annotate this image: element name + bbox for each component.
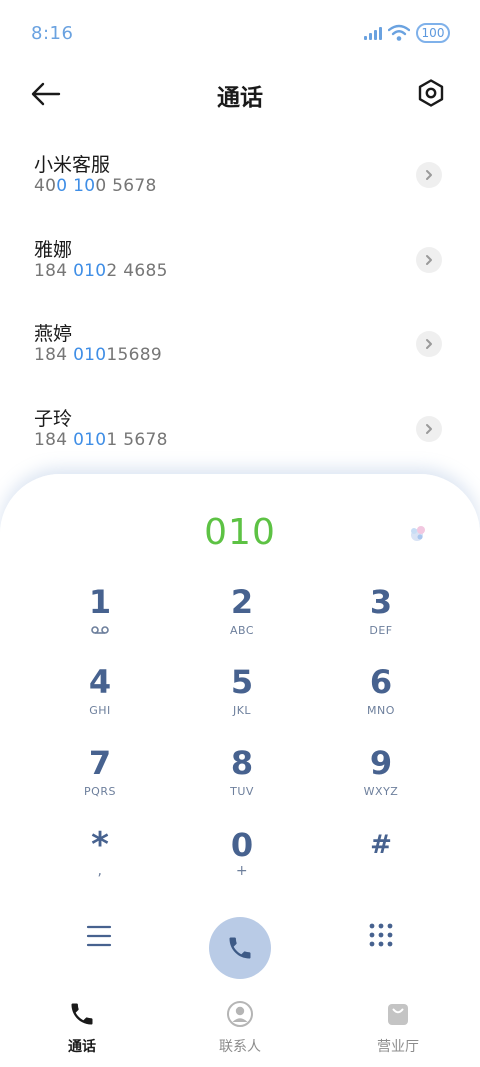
contact-name: 燕婷 [34, 323, 73, 345]
voicemail-icon [91, 626, 109, 634]
key-letters: PQRS [84, 785, 116, 798]
key-0[interactable]: 0 + [197, 827, 287, 897]
key-4[interactable]: 4 GHI [55, 664, 145, 734]
contact-name: 子玲 [34, 407, 73, 430]
nav-item-contacts[interactable]: 联系人 [200, 1000, 280, 1056]
bag-icon [388, 1004, 408, 1025]
dialpad-grid-icon [369, 923, 393, 947]
key-letters: + [235, 863, 249, 879]
person-icon [227, 1001, 253, 1027]
number-match: 010 [73, 260, 107, 281]
key-letters: DEF [369, 624, 393, 637]
header: 通话 [0, 66, 480, 122]
chevron-right-icon [426, 254, 432, 265]
key-letters: GHI [89, 704, 111, 717]
menu-button[interactable] [86, 924, 112, 948]
status-bar: 8:16 100 [0, 0, 480, 66]
key-digit: 9 [369, 744, 393, 782]
contact-number: 184 0101 5678 [34, 430, 480, 450]
chevron-right-icon [426, 339, 432, 349]
key-3[interactable]: 3 DEF [336, 584, 426, 654]
page-title: 通话 [217, 85, 263, 111]
key-7[interactable]: 7 PQRS [55, 745, 145, 815]
key-letters: JKL [232, 704, 252, 717]
number-part: 184 [34, 260, 74, 281]
key-hash[interactable]: # [336, 827, 426, 897]
key-digit: 0 [230, 826, 254, 864]
bottom-nav: 通话 联系人 营业厅 [0, 990, 480, 1067]
number-match: 010 [73, 345, 107, 365]
status-time: 8:16 [31, 23, 74, 44]
key-9[interactable]: 9 WXYZ [336, 745, 426, 815]
nav-item-calls[interactable]: 通话 [42, 1000, 122, 1056]
contact-detail-button[interactable] [416, 162, 442, 188]
key-digit: 4 [88, 663, 112, 701]
settings-button[interactable] [416, 78, 448, 110]
key-digit: 3 [369, 583, 393, 621]
key-digit: # [370, 830, 392, 860]
key-6[interactable]: 6 MNO [336, 664, 426, 734]
hexagon-settings-icon [418, 79, 444, 107]
signal-icon [364, 26, 382, 40]
key-letters: ABC [229, 624, 255, 637]
contact-name: 雅娜 [34, 238, 73, 261]
nav-label: 联系人 [219, 1039, 261, 1055]
contact-detail-button[interactable] [416, 415, 442, 442]
key-1[interactable]: 1 [55, 584, 145, 654]
key-digit: 7 [88, 744, 112, 782]
nav-item-service-hall[interactable]: 营业厅 [358, 1000, 438, 1056]
phone-icon [71, 1003, 93, 1025]
contact-number: 184 0102 4685 [34, 261, 480, 281]
key-letters: WXYZ [363, 785, 399, 798]
key-digit: 8 [230, 744, 254, 782]
number-part: 2 4685 [106, 260, 168, 281]
nav-label: 通话 [68, 1039, 96, 1055]
key-2[interactable]: 2 ABC [197, 584, 287, 654]
battery-indicator: 100 [416, 23, 450, 43]
contact-detail-button[interactable] [416, 331, 442, 357]
menu-icon [86, 925, 112, 947]
key-star[interactable]: * , [55, 827, 145, 897]
key-digit: 5 [230, 663, 254, 701]
key-letters: TUV [230, 785, 254, 798]
battery-level: 100 [421, 26, 445, 40]
contact-number: 400 100 5678 [34, 176, 480, 196]
number-match: 10 [73, 176, 96, 196]
call-button[interactable] [209, 917, 271, 979]
nav-label: 营业厅 [377, 1039, 419, 1055]
key-letters: MNO [367, 704, 395, 717]
key-8[interactable]: 8 TUV [197, 745, 287, 815]
chevron-right-icon [426, 170, 432, 180]
chevron-right-icon [426, 423, 432, 434]
key-5[interactable]: 5 JKL [197, 664, 287, 734]
key-digit: 1 [88, 583, 112, 621]
contact-number: 184 01015689 [34, 345, 480, 365]
contact-list: 小米客服 400 100 5678 雅娜 184 0102 4685 燕婷 18… [0, 138, 480, 476]
keypad-toggle-button[interactable] [368, 922, 394, 948]
key-digit: 2 [230, 583, 254, 621]
key-digit: * [91, 825, 109, 865]
contact-name: 小米客服 [34, 154, 111, 176]
ai-assistant-icon[interactable] [406, 522, 430, 546]
number-part: 0 5678 [95, 176, 157, 196]
number-part: 1 5678 [106, 429, 168, 450]
wifi-icon [388, 24, 410, 41]
number-part: 184 [34, 345, 74, 365]
number-part: 184 [34, 429, 74, 450]
key-digit: 6 [369, 663, 393, 701]
number-match: 0 [56, 176, 68, 196]
contact-item[interactable]: 子玲 184 0101 5678 [0, 392, 480, 477]
phone-icon [229, 937, 251, 959]
number-part: 15689 [106, 345, 163, 365]
contact-item[interactable]: 小米客服 400 100 5678 [0, 138, 480, 223]
contact-item[interactable]: 雅娜 184 0102 4685 [0, 223, 480, 308]
contact-item[interactable]: 燕婷 184 01015689 [0, 307, 480, 392]
status-icons: 100 [364, 22, 450, 44]
dial-panel: 010 1 2 ABC 3 DEF 4 GHI 5 JKL 6 MNO 7 PQ… [0, 474, 480, 994]
key-letters: , [97, 863, 103, 879]
number-part: 40 [34, 176, 57, 196]
number-match: 010 [73, 429, 107, 450]
contact-detail-button[interactable] [416, 246, 442, 273]
